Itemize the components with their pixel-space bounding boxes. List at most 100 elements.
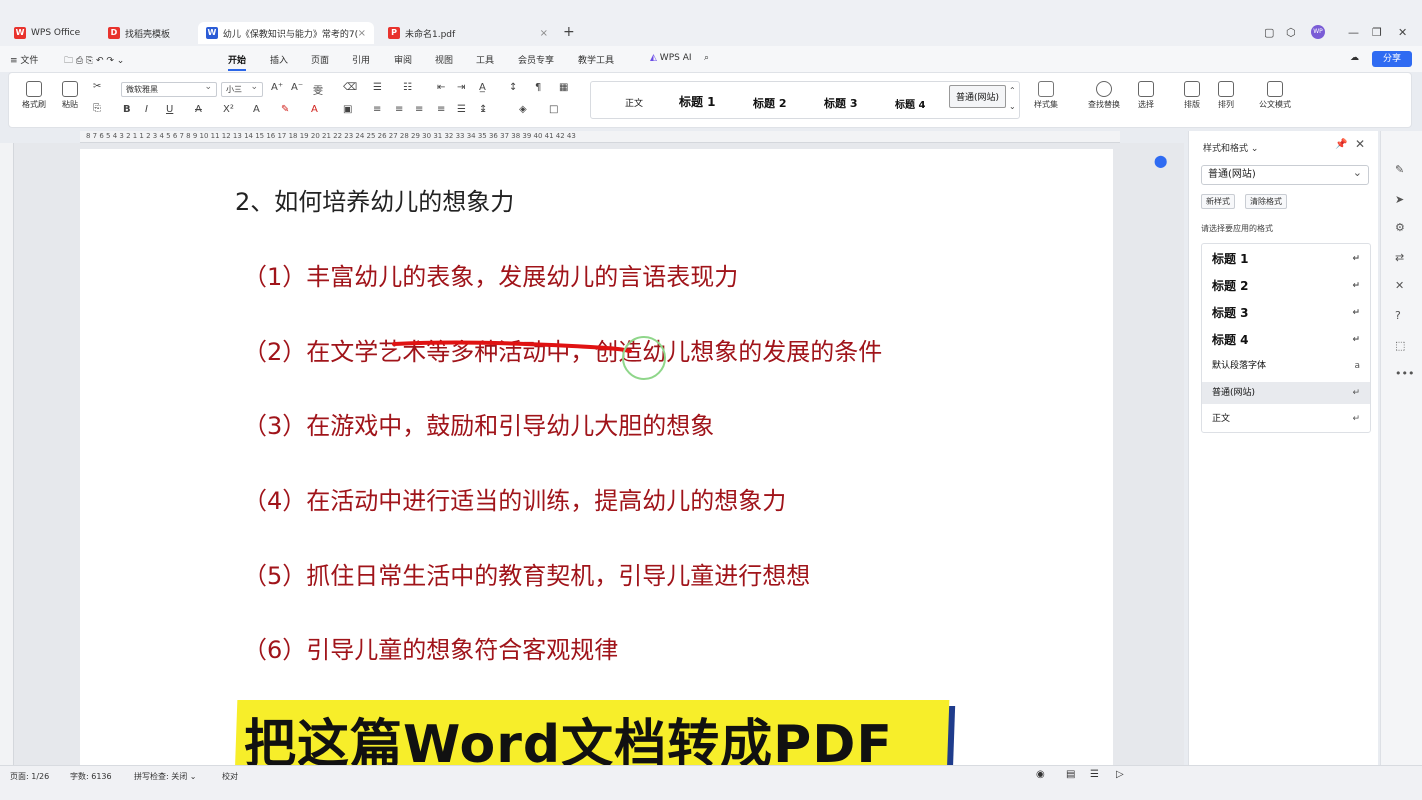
settings-sliders-icon[interactable]: ⚙ <box>1395 221 1405 234</box>
menu-member[interactable]: 会员专享 <box>518 53 554 66</box>
puzzle-icon[interactable]: ⬚ <box>1395 339 1405 352</box>
minimize-icon[interactable]: — <box>1348 26 1359 39</box>
show-marks-icon[interactable]: ¶ <box>535 82 541 93</box>
status-proofread[interactable]: 校对 <box>222 771 238 782</box>
document-page[interactable] <box>80 149 1113 765</box>
current-style-select[interactable]: 普通(网站) <box>1201 164 1369 185</box>
page-view-icon[interactable]: ▤ <box>1066 769 1075 780</box>
status-page[interactable]: 页面: 1/26 <box>10 771 49 782</box>
italic-icon[interactable]: I <box>145 104 148 115</box>
status-word-count[interactable]: 字数: 6136 <box>70 771 112 782</box>
style-list-item-default-font[interactable]: 默认段落字体 a <box>1202 355 1370 377</box>
clear-format-button[interactable]: 清除格式 <box>1245 194 1287 209</box>
gallery-more-icon[interactable]: ⌄ <box>1009 102 1016 111</box>
style-list-item-normal-web[interactable]: 普通(网站) ↵ <box>1202 382 1370 404</box>
menu-wps-ai[interactable]: ◭ WPS AI <box>650 53 692 63</box>
tab-word-document[interactable]: W 幼儿《保教知识与能力》常考的7( × <box>198 22 374 44</box>
bullet-list-icon[interactable]: ☰ <box>373 82 382 93</box>
align-center-icon[interactable]: ≡ <box>395 104 403 115</box>
sort-icon[interactable]: ↕ <box>509 82 517 93</box>
cloud-icon[interactable]: ☁ <box>1350 53 1359 63</box>
bold-icon[interactable]: B <box>123 104 131 115</box>
close-window-icon[interactable]: ✕ <box>1398 26 1407 39</box>
menu-references[interactable]: 引用 <box>352 53 370 66</box>
tab-pdf[interactable]: P 未命名1.pdf × <box>380 22 556 44</box>
font-color-icon[interactable]: A <box>311 104 318 115</box>
location-pin-icon[interactable]: ⬤ <box>1154 154 1167 168</box>
eraser-icon[interactable]: ⌫ <box>343 82 357 93</box>
font-name-select[interactable]: 微软雅黑 <box>121 81 217 97</box>
cursor-arrow-icon[interactable]: ➤ <box>1395 193 1404 206</box>
menu-tools[interactable]: 工具 <box>476 53 494 66</box>
table-icon[interactable]: ▦ <box>559 82 568 93</box>
chinese-layout-icon[interactable]: A̲ <box>479 82 486 93</box>
find-replace-button[interactable]: 查找替换 <box>1081 81 1127 110</box>
strikethrough-icon[interactable]: A <box>195 104 202 115</box>
style-list-item-heading-1[interactable]: 标题 1 ↵ <box>1202 248 1370 270</box>
avatar[interactable]: WP <box>1311 25 1325 39</box>
new-tab-icon[interactable]: + <box>563 24 575 40</box>
menu-review[interactable]: 审阅 <box>394 53 412 66</box>
justify-icon[interactable]: ≡ <box>437 104 445 115</box>
close-icon[interactable]: ✕ <box>1355 137 1365 151</box>
translate-icon[interactable]: ⇄ <box>1395 251 1404 264</box>
menu-home[interactable]: 开始 <box>228 53 247 71</box>
font-size-select[interactable]: 小三 <box>221 81 263 97</box>
help-icon[interactable]: ? <box>1395 309 1401 322</box>
distribute-icon[interactable]: ☰ <box>457 104 466 115</box>
style-heading-2[interactable]: 标题 2 <box>753 95 786 111</box>
window-restore-icon[interactable]: ▢ <box>1264 26 1274 39</box>
menu-file[interactable]: ≡ 文件 <box>10 53 38 66</box>
official-mode-button[interactable]: 公文模式 <box>1255 81 1295 110</box>
numbered-list-icon[interactable]: ☷ <box>403 82 412 93</box>
phonetic-icon[interactable]: 雯 <box>313 82 323 97</box>
align-right-icon[interactable]: ≡ <box>415 104 423 115</box>
arrange-button[interactable]: 排列 <box>1211 81 1241 110</box>
pen-icon[interactable]: ✎ <box>1395 163 1404 176</box>
menu-teaching[interactable]: 教学工具 <box>578 53 614 66</box>
paste-button[interactable]: 粘贴 <box>55 81 85 110</box>
style-normal-web[interactable]: 普通(网站) <box>949 85 1007 108</box>
text-effect-icon[interactable]: A <box>253 104 260 115</box>
menu-view[interactable]: 视图 <box>435 53 453 66</box>
new-style-button[interactable]: 新样式 <box>1201 194 1235 209</box>
quick-access-icons[interactable]: 🗀 ⎙ ⎘ ↶ ↷ ⌄ <box>64 53 124 69</box>
line-spacing-icon[interactable]: ↨ <box>479 104 487 115</box>
increase-indent-icon[interactable]: ⇥ <box>457 82 465 93</box>
style-heading-3[interactable]: 标题 3 <box>824 95 857 111</box>
style-list-item-heading-4[interactable]: 标题 4 ↵ <box>1202 329 1370 351</box>
play-icon[interactable]: ▷ <box>1116 769 1124 780</box>
status-spellcheck[interactable]: 拼写检查: 关闭 ⌄ <box>134 771 197 782</box>
layout-button[interactable]: 排版 <box>1177 81 1207 110</box>
style-body[interactable]: 正文 <box>625 96 643 109</box>
style-heading-4[interactable]: 标题 4 <box>895 96 925 111</box>
pin-icon[interactable]: 📌 <box>1335 139 1347 150</box>
char-border-icon[interactable]: ▣ <box>343 104 352 115</box>
decrease-indent-icon[interactable]: ⇤ <box>437 82 445 93</box>
shading-icon[interactable]: ◈ <box>519 104 527 115</box>
close-icon[interactable]: × <box>358 28 366 39</box>
border-icon[interactable]: □ <box>549 104 558 115</box>
select-button[interactable]: 选择 <box>1131 81 1161 110</box>
font-grow-icon[interactable]: A⁺ <box>271 82 283 93</box>
close-icon[interactable]: × <box>540 28 548 39</box>
tools-icon[interactable]: ✕ <box>1395 279 1404 292</box>
style-list-item-heading-2[interactable]: 标题 2 ↵ <box>1202 275 1370 297</box>
outline-view-icon[interactable]: ☰ <box>1090 769 1099 780</box>
style-heading-1[interactable]: 标题 1 <box>679 93 716 110</box>
share-button[interactable]: 分享 <box>1372 51 1412 67</box>
align-left-icon[interactable]: ≡ <box>373 104 381 115</box>
underline-icon[interactable]: U <box>166 104 173 115</box>
cube-icon[interactable]: ⬡ <box>1286 26 1296 39</box>
format-painter-button[interactable]: 格式刷 <box>19 81 49 110</box>
maximize-icon[interactable]: ❐ <box>1372 26 1382 39</box>
menu-insert[interactable]: 插入 <box>270 53 288 66</box>
style-list-item-heading-3[interactable]: 标题 3 ↵ <box>1202 302 1370 324</box>
more-icon[interactable]: ••• <box>1395 367 1414 380</box>
menu-page[interactable]: 页面 <box>311 53 329 66</box>
search-icon[interactable]: ⌕ <box>704 53 709 63</box>
style-set-button[interactable]: 样式集 <box>1027 81 1065 110</box>
style-list-item-body[interactable]: 正文 ↵ <box>1202 408 1370 430</box>
highlight-icon[interactable]: ✎ <box>281 104 289 115</box>
vertical-ruler[interactable] <box>0 143 14 765</box>
